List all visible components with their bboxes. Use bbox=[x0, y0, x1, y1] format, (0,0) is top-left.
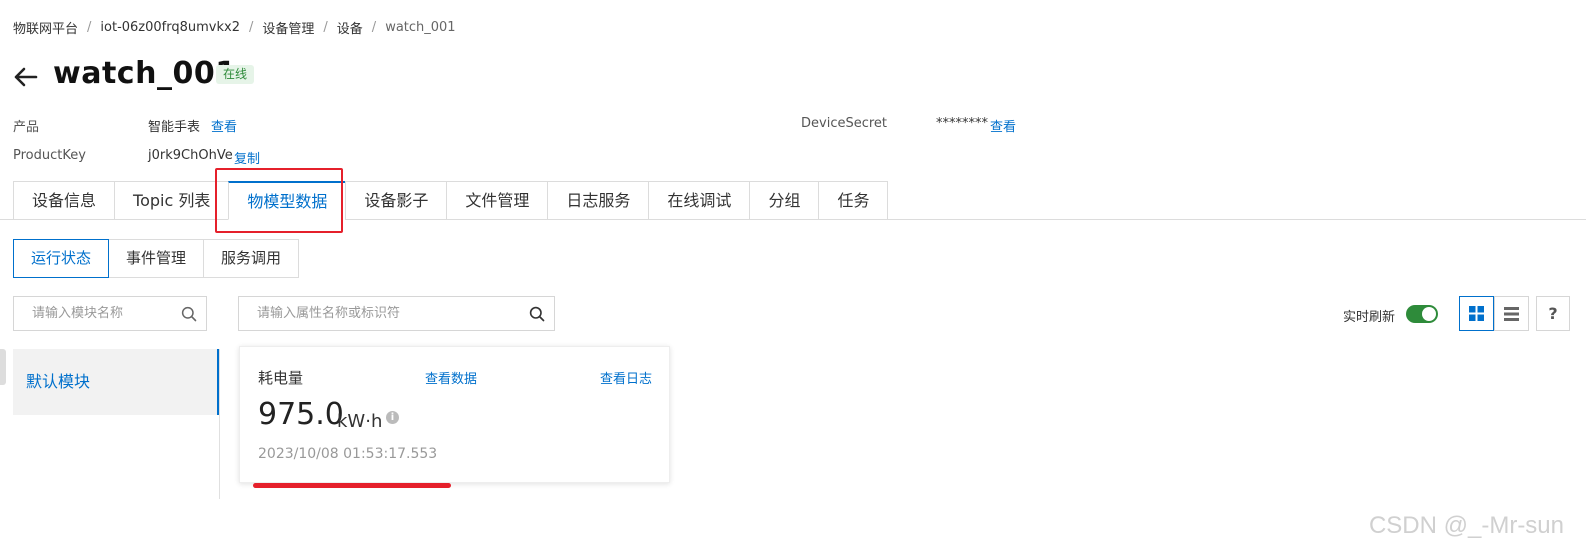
tab-task[interactable]: 任务 bbox=[818, 181, 889, 220]
info-icon[interactable]: i bbox=[386, 411, 399, 424]
productkey-copy-link[interactable]: 复制 bbox=[234, 148, 260, 167]
product-value: 智能手表 bbox=[148, 120, 201, 135]
breadcrumb-separator: / bbox=[87, 20, 92, 35]
productkey-value: j0rk9ChOhVe bbox=[148, 148, 233, 163]
back-arrow-icon[interactable] bbox=[12, 64, 38, 90]
main-tabs: 设备信息 Topic 列表 物模型数据 设备影子 文件管理 日志服务 在线调试 … bbox=[13, 181, 889, 220]
breadcrumb-separator: / bbox=[371, 20, 377, 35]
tab-device-info[interactable]: 设备信息 bbox=[13, 181, 115, 220]
realtime-refresh-label: 实时刷新 bbox=[1343, 310, 1396, 325]
search-icon[interactable] bbox=[529, 306, 545, 322]
help-button[interactable]: ? bbox=[1536, 296, 1570, 331]
module-search bbox=[13, 296, 207, 331]
search-icon[interactable] bbox=[181, 306, 197, 322]
breadcrumb-item-device-management[interactable]: 设备管理 bbox=[262, 18, 314, 37]
property-value: 975.0 bbox=[258, 397, 344, 432]
view-data-link[interactable]: 查看数据 bbox=[425, 368, 477, 387]
property-name: 耗电量 bbox=[258, 369, 304, 387]
grid-view-icon bbox=[1469, 306, 1484, 321]
module-list-divider bbox=[219, 349, 220, 499]
devicesecret-label: DeviceSecret bbox=[801, 116, 888, 131]
realtime-refresh-toggle[interactable] bbox=[1406, 305, 1438, 323]
annotation-highlight-box bbox=[215, 168, 343, 233]
tab-topic-list[interactable]: Topic 列表 bbox=[114, 181, 229, 220]
property-timestamp: 2023/10/08 01:53:17.553 bbox=[258, 446, 438, 462]
tab-group[interactable]: 分组 bbox=[749, 181, 819, 220]
tab-online-debug[interactable]: 在线调试 bbox=[648, 181, 750, 220]
grid-view-button[interactable] bbox=[1459, 296, 1494, 331]
productkey-label: ProductKey bbox=[13, 148, 86, 163]
devicesecret-value: ******** bbox=[936, 116, 988, 131]
panel-collapse-handle[interactable] bbox=[0, 349, 6, 385]
tab-log-service[interactable]: 日志服务 bbox=[547, 181, 649, 220]
property-unit: kW·h bbox=[337, 411, 383, 432]
sub-tabs: 运行状态 事件管理 服务调用 bbox=[13, 239, 300, 278]
breadcrumb-item-platform[interactable]: 物联网平台 bbox=[13, 18, 78, 37]
product-label: 产品 bbox=[13, 120, 40, 135]
breadcrumb-separator: / bbox=[248, 20, 254, 35]
property-search bbox=[238, 296, 555, 331]
view-log-link[interactable]: 查看日志 bbox=[600, 368, 652, 387]
toggle-knob bbox=[1422, 307, 1436, 321]
watermark: CSDN @_-Mr-sun bbox=[1368, 512, 1564, 539]
list-view-button[interactable] bbox=[1494, 296, 1529, 331]
tab-device-shadow[interactable]: 设备影子 bbox=[345, 181, 447, 220]
subtab-running-status[interactable]: 运行状态 bbox=[13, 239, 110, 278]
page-title: watch_001 bbox=[53, 56, 237, 91]
breadcrumb: 物联网平台 / iot-06z00frq8umvkx2 / 设备管理 / 设备 … bbox=[13, 18, 456, 37]
breadcrumb-item-instance[interactable]: iot-06z00frq8umvkx2 bbox=[100, 20, 240, 35]
tab-file-management[interactable]: 文件管理 bbox=[446, 181, 548, 220]
module-item-default[interactable]: 默认模块 bbox=[13, 349, 219, 415]
product-view-link[interactable]: 查看 bbox=[211, 116, 237, 135]
module-search-input[interactable] bbox=[14, 297, 172, 330]
property-search-input[interactable] bbox=[239, 297, 520, 330]
breadcrumb-separator: / bbox=[323, 20, 328, 35]
breadcrumb-item-current: watch_001 bbox=[385, 20, 456, 35]
list-view-icon bbox=[1504, 307, 1519, 321]
breadcrumb-item-devices[interactable]: 设备 bbox=[337, 18, 363, 37]
property-card: 耗电量 查看数据 查看日志 975.0 kW·h i 2023/10/08 01… bbox=[239, 346, 670, 483]
subtab-event-management[interactable]: 事件管理 bbox=[109, 239, 205, 278]
status-badge: 在线 bbox=[216, 65, 255, 84]
devicesecret-view-link[interactable]: 查看 bbox=[990, 116, 1016, 135]
annotation-underline bbox=[253, 483, 451, 488]
subtab-service-call[interactable]: 服务调用 bbox=[204, 239, 300, 278]
